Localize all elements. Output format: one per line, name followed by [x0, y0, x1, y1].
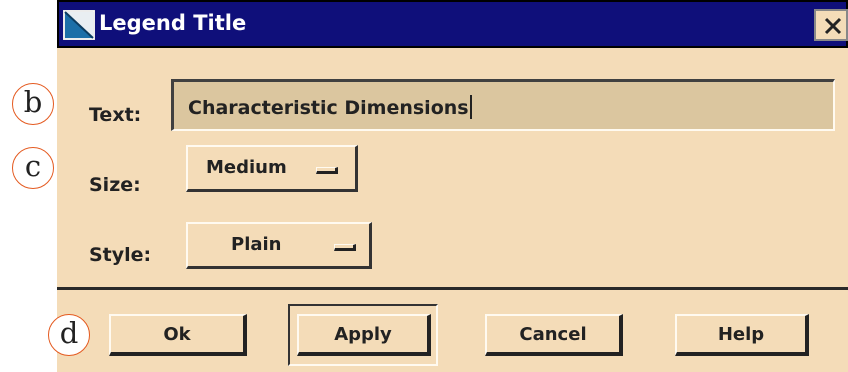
legend-text-value: Characteristic Dimensions	[188, 95, 472, 119]
close-icon	[824, 17, 842, 35]
callout-d: d	[48, 314, 90, 356]
size-label: Size:	[89, 174, 141, 196]
help-button[interactable]: Help	[675, 314, 809, 356]
callout-b: b	[12, 83, 54, 125]
cancel-button[interactable]: Cancel	[485, 314, 623, 356]
size-selected-value: Medium	[206, 157, 287, 178]
text-cursor	[469, 95, 472, 119]
close-button[interactable]	[814, 9, 848, 41]
text-label: Text:	[89, 104, 142, 126]
style-label: Style:	[89, 244, 152, 266]
style-selected-value: Plain	[231, 234, 282, 255]
window-title: Legend Title	[99, 11, 247, 35]
option-menu-indicator-icon	[334, 244, 356, 251]
ok-button[interactable]: Ok	[109, 314, 247, 356]
app-window-icon	[63, 10, 95, 40]
size-option-menu[interactable]: Medium	[186, 145, 358, 192]
callout-c: c	[12, 147, 54, 189]
title-bar[interactable]: Legend Title	[57, 0, 848, 48]
option-menu-indicator-icon	[316, 167, 338, 174]
style-option-menu[interactable]: Plain	[186, 222, 372, 269]
button-area-divider	[57, 287, 848, 290]
legend-text-input[interactable]: Characteristic Dimensions	[171, 79, 835, 131]
apply-button[interactable]: Apply	[297, 314, 431, 356]
legend-title-dialog: Legend Title Text: Characteristic Dimens…	[57, 0, 848, 372]
